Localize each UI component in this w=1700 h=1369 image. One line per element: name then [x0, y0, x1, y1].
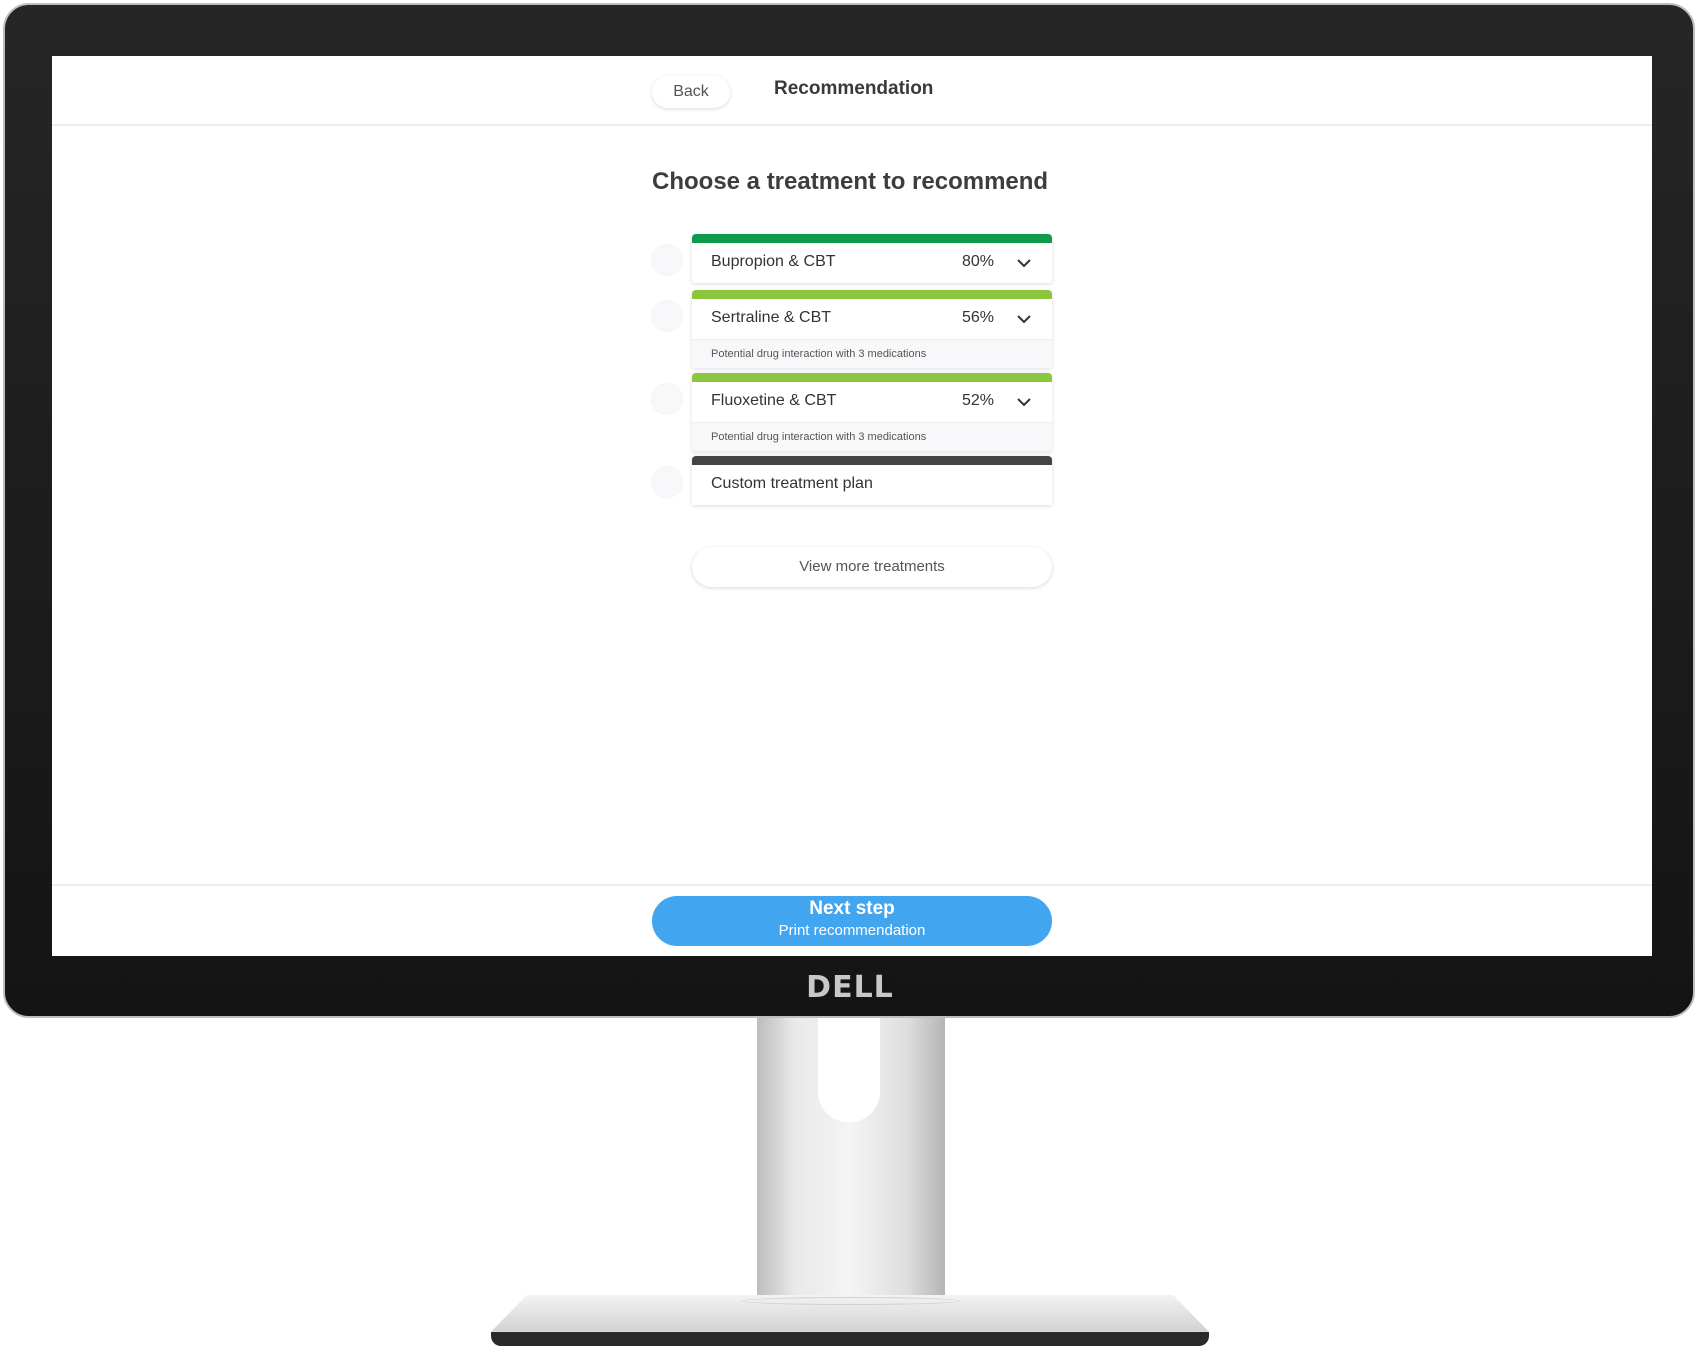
header-title: Recommendation	[774, 78, 934, 99]
treatment-radio-4[interactable]	[652, 467, 682, 497]
back-button[interactable]: Back	[652, 76, 730, 108]
treatment-percent: 52%	[961, 392, 994, 409]
monitor-stand-ring	[741, 1297, 961, 1305]
interaction-warning: Potential drug interaction with 3 medica…	[692, 422, 1052, 451]
page-title: Choose a treatment to recommend	[652, 168, 1049, 195]
treatment-score-bar	[692, 456, 1052, 465]
app-screen: Back Recommendation Choose a treatment t…	[52, 56, 1652, 956]
treatment-header: Sertraline & CBT 56%	[692, 299, 1052, 339]
chevron-down-icon[interactable]	[1016, 257, 1032, 269]
treatment-card-custom[interactable]: Custom treatment plan	[692, 456, 1052, 505]
treatment-card-sertraline[interactable]: Sertraline & CBT 56% Potential drug inte…	[692, 290, 1052, 368]
treatment-percent: 56%	[961, 309, 994, 326]
interaction-warning: Potential drug interaction with 3 medica…	[692, 339, 1052, 368]
treatment-header: Bupropion & CBT 80%	[692, 243, 1052, 283]
treatment-score-bar	[692, 290, 1052, 299]
treatment-name: Fluoxetine & CBT	[711, 392, 837, 409]
chevron-down-icon[interactable]	[1016, 396, 1032, 408]
treatment-radio-1[interactable]	[652, 245, 682, 275]
next-step-button[interactable]: Next step Print recommendation	[652, 896, 1052, 946]
treatment-score-bar	[692, 373, 1052, 382]
treatment-card-fluoxetine[interactable]: Fluoxetine & CBT 52% Potential drug inte…	[692, 373, 1052, 451]
footer-divider	[52, 884, 1652, 886]
top-header: Back Recommendation	[52, 56, 1652, 126]
treatment-card-bupropion[interactable]: Bupropion & CBT 80%	[692, 234, 1052, 283]
treatment-name: Sertraline & CBT	[711, 309, 832, 326]
monitor-stand-base-edge	[491, 1332, 1209, 1346]
view-more-treatments-button[interactable]: View more treatments	[692, 547, 1052, 587]
chevron-down-icon[interactable]	[1016, 313, 1032, 325]
treatment-name: Bupropion & CBT	[711, 253, 836, 270]
treatment-radio-3[interactable]	[652, 384, 682, 414]
monitor-brand-logo: DELL	[806, 970, 894, 1005]
treatment-percent: 80%	[961, 253, 994, 270]
next-step-sublabel: Print recommendation	[778, 922, 926, 939]
monitor-stand-cutout	[818, 1018, 880, 1122]
treatment-header: Custom treatment plan	[692, 465, 1052, 505]
next-step-label: Next step	[809, 898, 895, 919]
treatment-radio-2[interactable]	[652, 301, 682, 331]
treatment-name: Custom treatment plan	[711, 475, 873, 492]
treatment-header: Fluoxetine & CBT 52%	[692, 382, 1052, 422]
treatment-score-bar	[692, 234, 1052, 243]
